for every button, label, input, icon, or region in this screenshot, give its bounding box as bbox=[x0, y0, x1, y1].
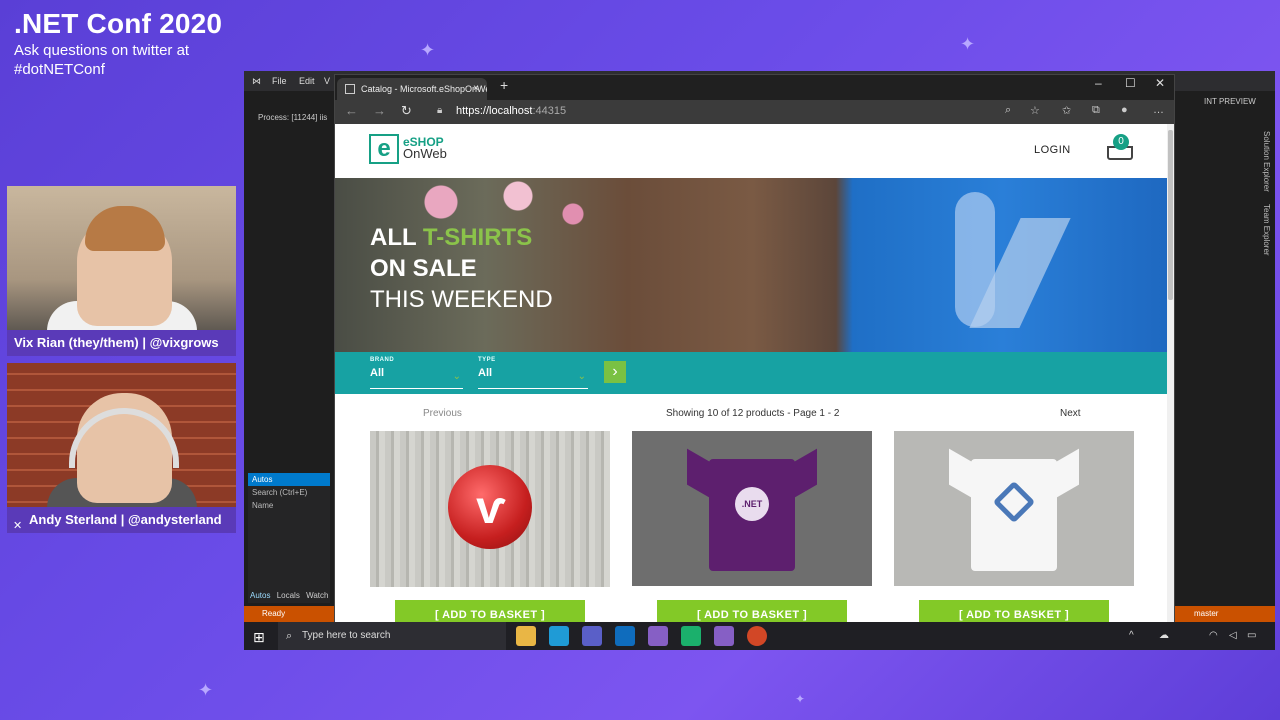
add-to-basket-button[interactable]: [ ADD TO BASKET ] bbox=[395, 600, 585, 623]
visual-studio-icon[interactable] bbox=[648, 626, 668, 646]
product-image: ⱱ bbox=[370, 431, 610, 587]
vs-menu-view[interactable]: V bbox=[324, 76, 330, 86]
browser-tab-bar: Catalog - Microsoft.eShopOnWeb × + – ☐ ✕ bbox=[335, 75, 1174, 100]
tab-autos[interactable]: Autos bbox=[250, 591, 270, 600]
vs-branch[interactable]: master bbox=[1194, 609, 1218, 618]
file-explorer-icon[interactable] bbox=[516, 626, 536, 646]
windows-taskbar: ⊞ ⌕ Type here to search ^ ☁ ◠ ◁ ▭ bbox=[244, 622, 1275, 650]
favorites-icon[interactable]: ✩ bbox=[1062, 104, 1071, 117]
speaker-name-2: Andy Sterland | @andysterland bbox=[29, 512, 222, 527]
autos-search[interactable]: Search (Ctrl+E) bbox=[248, 486, 330, 499]
conference-title: .NET Conf 2020 bbox=[14, 8, 223, 39]
vs-int-preview: INT PREVIEW bbox=[1204, 97, 1256, 106]
product-badge-icon: ⱱ bbox=[448, 465, 532, 549]
cart-icon[interactable]: 0 bbox=[1105, 134, 1137, 166]
back-icon[interactable]: ← bbox=[345, 103, 358, 118]
filter-bar: BRAND All ⌄ TYPE All ⌄ › bbox=[335, 352, 1170, 394]
dotnet-logo: .NET bbox=[735, 487, 769, 521]
vscode-icon[interactable] bbox=[549, 626, 569, 646]
product-image: .NET bbox=[632, 431, 872, 586]
onedrive-icon[interactable]: ☁ bbox=[1159, 630, 1169, 641]
login-link[interactable]: LOGIN bbox=[1034, 144, 1071, 156]
product-card: [ ADD TO BASKET ] bbox=[894, 431, 1134, 623]
sparkle-icon: ✦ bbox=[960, 34, 976, 54]
team-explorer-tab[interactable]: Team Explorer bbox=[1262, 204, 1271, 256]
browser-tab[interactable]: Catalog - Microsoft.eShopOnWeb × bbox=[337, 78, 487, 100]
more-icon[interactable]: … bbox=[1153, 104, 1164, 116]
search-icon: ⌕ bbox=[286, 630, 293, 642]
add-to-basket-button[interactable]: [ ADD TO BASKET ] bbox=[657, 600, 847, 623]
sparkle-icon: ✦ bbox=[198, 680, 214, 700]
taskbar-search[interactable]: ⌕ Type here to search bbox=[278, 622, 506, 650]
vs-menu-edit[interactable]: Edit bbox=[299, 76, 315, 86]
new-tab-icon[interactable]: + bbox=[500, 77, 508, 93]
edge-icon[interactable] bbox=[681, 626, 701, 646]
url-field[interactable]: https://localhost:44315 bbox=[456, 105, 566, 117]
apply-filter-button[interactable]: › bbox=[604, 361, 626, 383]
vs-bottom-tabs: Autos Locals Watch bbox=[250, 591, 328, 600]
product-card: .NET [ ADD TO BASKET ] bbox=[632, 431, 872, 623]
refresh-icon[interactable]: ↻ bbox=[401, 103, 412, 119]
product-image bbox=[894, 431, 1134, 586]
page-scrollbar[interactable] bbox=[1167, 124, 1174, 623]
vs-right-strip: Solution Explorer Team Explorer bbox=[1251, 131, 1271, 351]
outlook-icon[interactable] bbox=[615, 626, 635, 646]
mic-muted-icon: ✕ bbox=[13, 520, 23, 532]
maximize-icon[interactable]: ☐ bbox=[1125, 76, 1136, 90]
notifications-icon[interactable]: ▭ bbox=[1247, 630, 1256, 641]
windows-start-icon[interactable]: ⊞ bbox=[253, 629, 265, 646]
cart-count-badge: 0 bbox=[1113, 134, 1129, 150]
browser-address-bar: ← → ↻ 🔒︎ https://localhost:44315 ⌕ ☆ ✩ ⧉… bbox=[335, 100, 1174, 124]
volume-icon[interactable]: ◁ bbox=[1229, 630, 1237, 641]
eshop-page: e eSHOP OnWeb LOGIN 0 ALL T-SHIRTS ON SA… bbox=[335, 124, 1170, 623]
teams-icon[interactable] bbox=[582, 626, 602, 646]
logo-text: eSHOP OnWeb bbox=[403, 135, 447, 161]
pager-info: Showing 10 of 12 products - Page 1 - 2 bbox=[666, 408, 840, 419]
favorite-star-icon[interactable]: ☆ bbox=[1030, 104, 1040, 117]
vs-status-text: Ready bbox=[262, 609, 286, 618]
sparkle-icon: ✦ bbox=[795, 692, 806, 706]
minimize-icon[interactable]: – bbox=[1095, 76, 1102, 90]
page-favicon-icon bbox=[345, 84, 355, 94]
site-header: e eSHOP OnWeb LOGIN 0 bbox=[335, 124, 1170, 178]
pager: Previous Showing 10 of 12 products - Pag… bbox=[335, 404, 1170, 424]
autos-name-col: Name bbox=[252, 501, 274, 510]
vs-menu-file[interactable]: File bbox=[272, 76, 287, 86]
wifi-icon[interactable]: ◠ bbox=[1209, 630, 1218, 641]
brand-filter[interactable]: BRAND All ⌄ bbox=[370, 357, 463, 389]
speaker-nameplate-1: Vix Rian (they/them) | @vixgrows bbox=[7, 330, 236, 356]
autos-title: Autos bbox=[248, 473, 330, 486]
tab-locals[interactable]: Locals bbox=[277, 591, 300, 600]
banner-text: ALL T-SHIRTS ON SALE THIS WEEKEND bbox=[370, 224, 553, 313]
solution-explorer-tab[interactable]: Solution Explorer bbox=[1262, 131, 1271, 192]
edge-browser-window: Catalog - Microsoft.eShopOnWeb × + – ☐ ✕… bbox=[334, 74, 1175, 624]
logo-letter: e bbox=[369, 134, 399, 164]
powerpoint-icon[interactable] bbox=[747, 626, 767, 646]
sparkle-icon: ✦ bbox=[420, 40, 436, 60]
collections-icon[interactable]: ⧉ bbox=[1092, 104, 1100, 117]
zoom-icon[interactable]: ⌕ bbox=[1005, 104, 1011, 117]
type-filter[interactable]: TYPE All ⌄ bbox=[478, 357, 588, 389]
previous-link[interactable]: Previous bbox=[423, 408, 462, 419]
forward-icon[interactable]: → bbox=[373, 103, 386, 118]
close-tab-icon[interactable]: × bbox=[473, 78, 479, 100]
next-link[interactable]: Next bbox=[1060, 408, 1081, 419]
vs-autos-panel: Autos Search (Ctrl+E) Name bbox=[248, 473, 330, 603]
add-to-basket-button[interactable]: [ ADD TO BASKET ] bbox=[919, 600, 1109, 623]
tab-title: Catalog - Microsoft.eShopOnWeb bbox=[361, 84, 487, 94]
close-window-icon[interactable]: ✕ bbox=[1155, 76, 1165, 90]
speaker-nameplate-2: ✕ Andy Sterland | @andysterland bbox=[7, 507, 236, 533]
conference-subtitle: Ask questions on twitter at #dotNETConf bbox=[14, 42, 190, 78]
tray-chevron-icon[interactable]: ^ bbox=[1129, 630, 1134, 641]
profile-avatar-icon[interactable]: ● bbox=[1121, 104, 1128, 116]
product-card: ⱱ [ ADD TO BASKET ] bbox=[370, 431, 610, 623]
vs-logo-icon: ⋈ bbox=[252, 76, 261, 86]
chevron-down-icon: ⌄ bbox=[452, 371, 461, 382]
sale-banner: ALL T-SHIRTS ON SALE THIS WEEKEND bbox=[335, 178, 1170, 352]
lock-icon: 🔒︎ bbox=[437, 105, 443, 116]
chevron-down-icon: ⌄ bbox=[577, 371, 586, 382]
visual-studio-preview-icon[interactable] bbox=[714, 626, 734, 646]
vs-process-label: Process: [11244] iis bbox=[258, 113, 328, 122]
tab-watch[interactable]: Watch bbox=[306, 591, 328, 600]
